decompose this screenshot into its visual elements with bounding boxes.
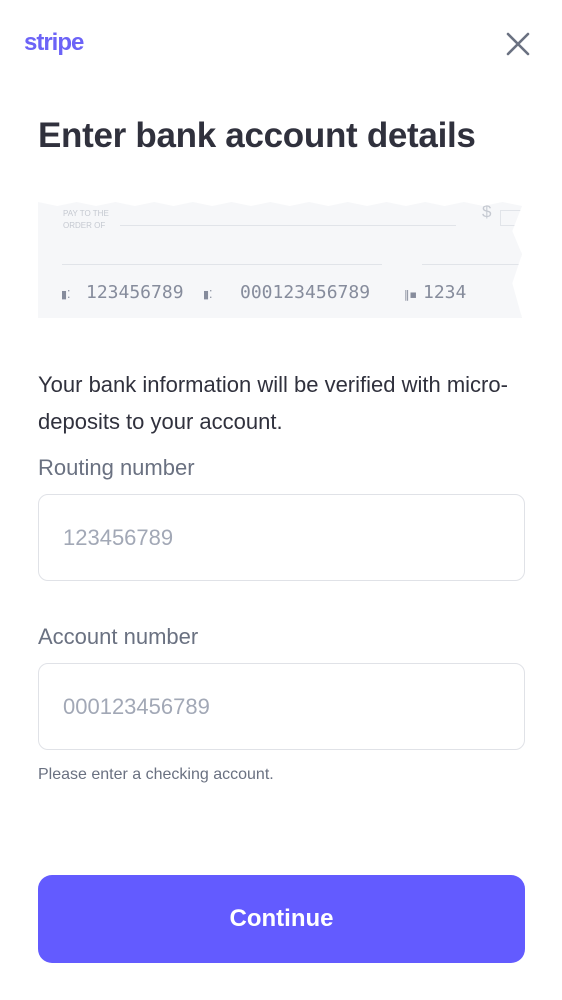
page-title: Enter bank account details (38, 116, 476, 155)
account-label: Account number (38, 624, 199, 649)
routing-symbol-icon: ▮⁚ (61, 288, 71, 301)
verification-info: Your bank information will be verified w… (38, 372, 508, 434)
check-number: 1234 (423, 282, 467, 303)
scroll-fade (0, 820, 562, 860)
pay-to-label: PAY TO THE ORDER OF (63, 209, 109, 230)
routing-label: Routing number (38, 455, 195, 480)
check-account: 000123456789 (240, 282, 371, 303)
onus-symbol-icon: ‖▪ (404, 288, 417, 301)
account-number-input[interactable] (38, 663, 525, 750)
check-illustration: PAY TO THE ORDER OF $ ▮⁚ 123456789 ▮⁚ 000… (38, 196, 524, 356)
routing-number-input[interactable] (38, 494, 525, 581)
dollar-sign: $ (482, 202, 492, 221)
stripe-logo: stripe (24, 29, 84, 56)
continue-button[interactable]: Continue (38, 875, 525, 963)
close-icon[interactable] (504, 30, 532, 58)
account-hint: Please enter a checking account. (38, 766, 274, 783)
check-routing: 123456789 (86, 282, 184, 303)
routing-symbol-icon: ▮⁚ (203, 288, 213, 301)
